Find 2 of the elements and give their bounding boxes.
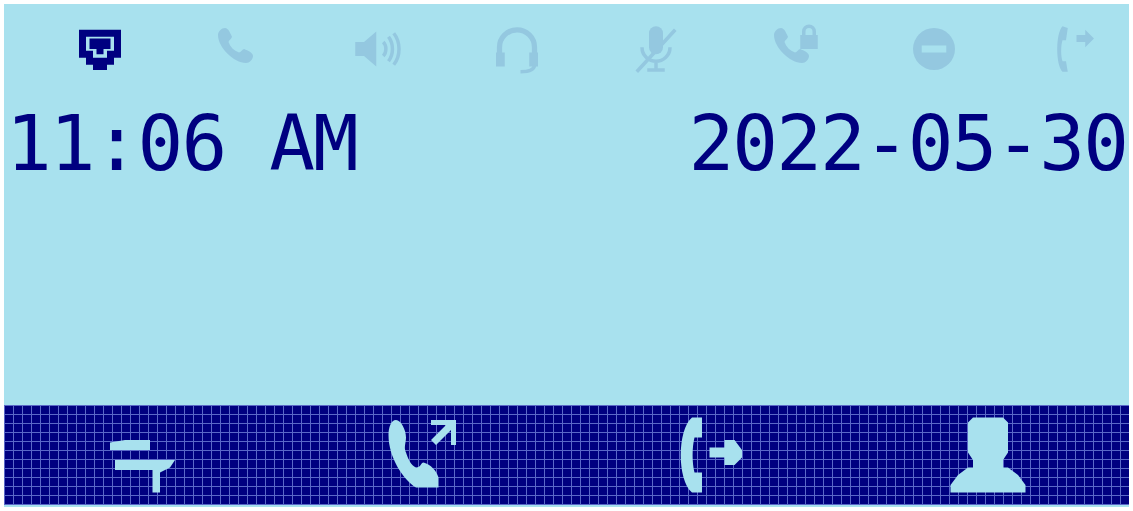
date-text: 2022-05-30	[688, 106, 1127, 182]
clock-time: 11:06 AM	[6, 106, 357, 182]
